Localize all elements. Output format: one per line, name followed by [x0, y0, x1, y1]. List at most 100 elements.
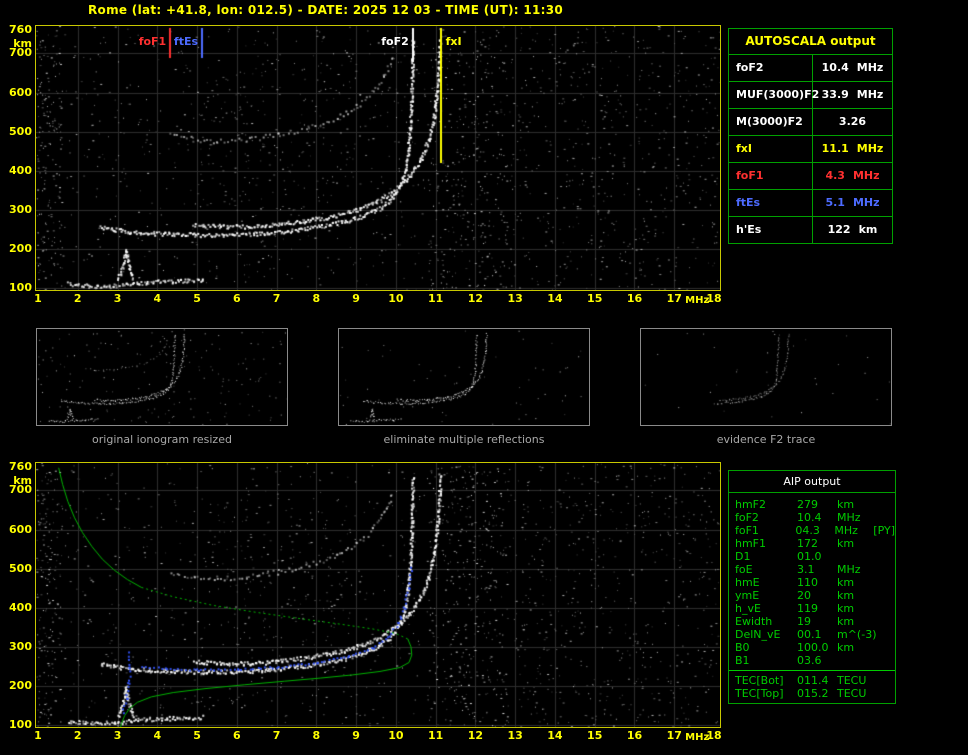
autoscala-unit: MHz: [853, 163, 880, 189]
x-tick-label: 10: [384, 730, 408, 742]
x-tick-label: 6: [225, 293, 249, 305]
y-tick-label: 200: [4, 680, 32, 692]
x-tick-label: 16: [622, 730, 646, 742]
aip-unit: km: [837, 615, 877, 628]
autoscala-row: h'Es122km: [729, 216, 892, 243]
thumbnail-caption-f2-trace: evidence F2 trace: [640, 433, 892, 446]
aip-value: 01.0: [797, 550, 837, 563]
aip-note: [877, 628, 895, 641]
aip-tec-section: TEC[Bot]011.4TECUTEC[Top]015.2TECU: [729, 670, 895, 703]
x-tick-label: 14: [543, 730, 567, 742]
aip-param-label: ymE: [729, 589, 797, 602]
aip-value: 19: [797, 615, 837, 628]
y-tick-label: 400: [4, 165, 32, 177]
y-tick-label: 760: [4, 24, 32, 36]
aip-value: 011.4: [797, 674, 837, 687]
aip-row: foE3.1MHz: [729, 563, 895, 576]
autoscala-row: M(3000)F23.26: [729, 108, 892, 135]
autoscala-value-cell: 11.1 MHz: [813, 136, 892, 162]
x-tick-label: 3: [106, 293, 130, 305]
aip-param-label: hmE: [729, 576, 797, 589]
aip-note: [877, 563, 895, 576]
aip-note: [877, 498, 895, 511]
aip-row: foF210.4MHz: [729, 511, 895, 524]
x-tick-label: 13: [503, 730, 527, 742]
autoscala-value-cell: 3.26: [813, 109, 892, 135]
aip-unit: [837, 654, 877, 667]
x-tick-label: 8: [304, 730, 328, 742]
thumbnail-f2-trace: [640, 328, 892, 426]
thumbnail-caption-no-multiples: eliminate multiple reflections: [338, 433, 590, 446]
y-tick-label: 300: [4, 204, 32, 216]
thumbnail-original-canvas: [37, 329, 287, 425]
aip-row: Ewidth19km: [729, 615, 895, 628]
aip-value: 3.1: [797, 563, 837, 576]
aip-param-label: TEC[Bot]: [729, 674, 797, 687]
thumbnail-original-ionogram: [36, 328, 288, 426]
autoscala-param-label: foF1: [729, 163, 813, 189]
aip-unit: m^(-3): [837, 628, 877, 641]
marker-label-fof2: foF2: [371, 36, 409, 48]
aip-param-label: foE: [729, 563, 797, 576]
aip-param-label: h_vE: [729, 602, 797, 615]
aip-note: [PY]: [873, 524, 895, 537]
autoscala-value-cell: 10.4MHz: [813, 55, 892, 81]
x-axis-unit: MHz: [682, 732, 712, 744]
aip-param-label: B1: [729, 654, 797, 667]
autoscala-param-label: fxI: [729, 136, 813, 162]
aip-output-table: AIP output hmF2279kmfoF210.4MHzfoF104.3M…: [728, 470, 896, 704]
autoscala-value-cell: 5.1MHz: [813, 190, 892, 216]
aip-row: TEC[Top]015.2TECU: [729, 687, 895, 700]
aip-value: 279: [797, 498, 837, 511]
autoscala-value: 11.1: [822, 136, 849, 162]
aip-value: 00.1: [797, 628, 837, 641]
aip-row: hmE110km: [729, 576, 895, 589]
y-axis-unit: km: [4, 38, 32, 50]
aip-note: [877, 602, 895, 615]
aip-value: 20: [797, 589, 837, 602]
aip-value: 03.6: [797, 654, 837, 667]
x-tick-label: 2: [66, 293, 90, 305]
aip-note: [877, 589, 895, 602]
autoscala-table-title: AUTOSCALA output: [729, 29, 892, 55]
y-tick-label: 760: [4, 461, 32, 473]
aip-row: B103.6: [729, 654, 895, 667]
aip-param-label: TEC[Top]: [729, 687, 797, 700]
thumbnail-no-multiples-canvas: [339, 329, 589, 425]
x-tick-label: 16: [622, 293, 646, 305]
autoscala-param-label: foF2: [729, 55, 813, 81]
aip-row: B0100.0km: [729, 641, 895, 654]
x-tick-label: 9: [344, 730, 368, 742]
autoscala-row: foF14.3MHz: [729, 162, 892, 189]
autoscala-value-cell: 4.3MHz: [813, 163, 892, 189]
aip-unit: km: [837, 537, 877, 550]
x-tick-label: 7: [265, 730, 289, 742]
aip-value: 119: [797, 602, 837, 615]
x-tick-label: 1: [26, 730, 50, 742]
aip-param-label: Ewidth: [729, 615, 797, 628]
y-tick-label: 600: [4, 87, 32, 99]
x-tick-label: 4: [145, 730, 169, 742]
aip-unit: [837, 550, 877, 563]
top-ionogram-canvas: [35, 25, 721, 291]
x-tick-label: 14: [543, 293, 567, 305]
autoscala-param-label: ftEs: [729, 190, 813, 216]
x-tick-label: 11: [424, 730, 448, 742]
marker-label-ftes: ftEs: [160, 36, 198, 48]
aip-param-label: D1: [729, 550, 797, 563]
autoscala-value: 10.4: [822, 55, 849, 81]
aip-row: D101.0: [729, 550, 895, 563]
y-tick-label: 500: [4, 126, 32, 138]
x-tick-label: 13: [503, 293, 527, 305]
aip-param-label: foF1: [729, 524, 795, 537]
x-tick-label: 4: [145, 293, 169, 305]
x-tick-label: 9: [344, 293, 368, 305]
autoscala-unit: MHz: [857, 136, 884, 162]
autoscala-param-label: MUF(3000)F2: [729, 82, 813, 108]
aip-value: 015.2: [797, 687, 837, 700]
aip-unit: MHz: [834, 524, 873, 537]
x-tick-label: 11: [424, 293, 448, 305]
aip-note: [877, 511, 895, 524]
x-tick-label: 15: [583, 730, 607, 742]
page-title: Rome (lat: +41.8, lon: 012.5) - DATE: 20…: [88, 3, 563, 17]
